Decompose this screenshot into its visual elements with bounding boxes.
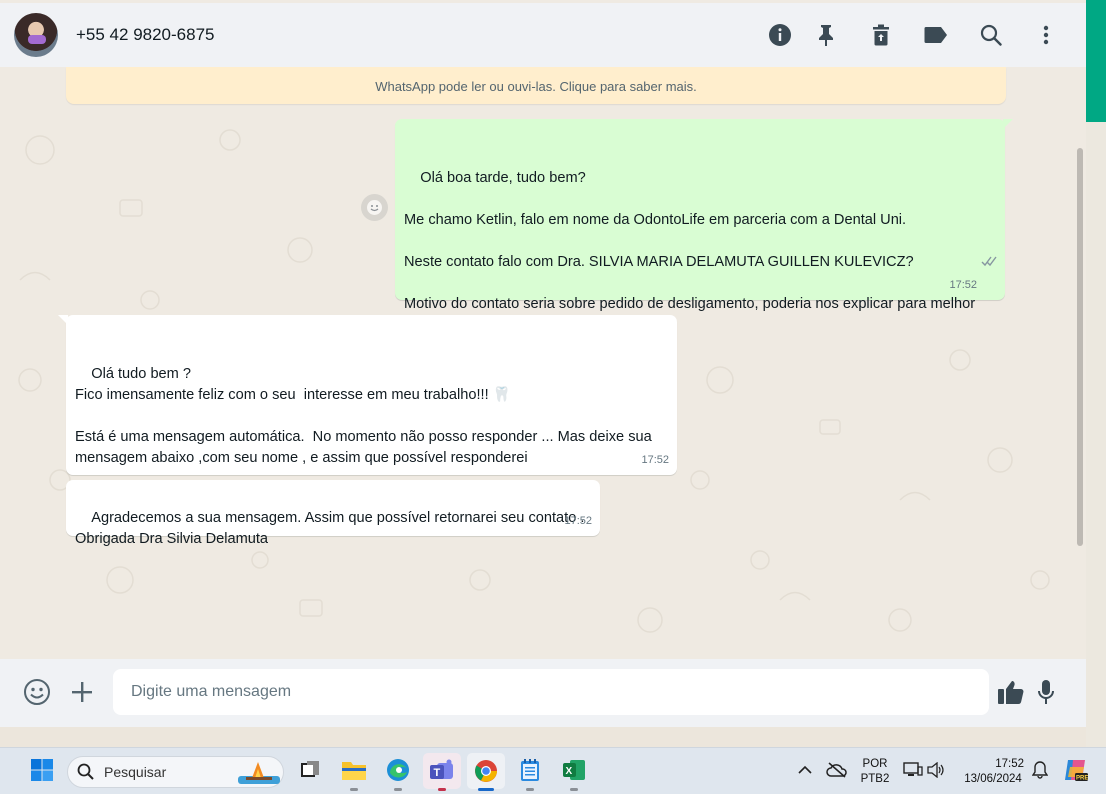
teams-icon[interactable]: T [423,753,461,789]
message-time: 17:52 [564,515,592,527]
search-highlight-icon [238,758,280,791]
windows-taskbar: Pesquisar T X POR PTB2 17:52 13/06/2024 … [0,747,1106,794]
language-code: POR [862,758,888,770]
chat-scrollbar[interactable] [1077,148,1083,546]
clock-date: 13/06/2024 [964,773,1022,785]
chrome-icon[interactable] [467,753,505,789]
edge-icon[interactable] [384,756,412,784]
excel-running-indicator [570,788,578,791]
notepad-running-indicator [526,788,534,791]
teams-alert-indicator [438,788,446,791]
search-icon [77,763,94,785]
contact-avatar[interactable] [14,13,58,57]
reaction-emoji-icon[interactable] [361,194,388,221]
pin-icon[interactable] [812,21,840,49]
search-label: Pesquisar [104,764,167,780]
contact-name[interactable]: +55 42 9820-6875 [76,25,215,45]
clock-time: 17:52 [995,758,1024,770]
windows-start-icon[interactable] [28,756,56,784]
menu-icon[interactable] [1032,21,1060,49]
thumbs-up-icon[interactable] [995,676,1027,708]
label-icon[interactable] [922,21,950,49]
language-indicator[interactable]: POR PTB2 [858,757,892,787]
svg-text:PRE: PRE [1076,776,1088,782]
microphone-icon[interactable] [1030,676,1062,708]
volume-icon[interactable] [922,756,950,784]
keyboard-layout: PTB2 [860,773,890,785]
file-explorer-icon[interactable] [340,756,368,784]
bubble-tail [58,315,68,325]
chat-header: +55 42 9820-6875 [0,3,1086,67]
chevron-up-icon[interactable] [791,756,819,784]
clock[interactable]: 17:52 13/06/2024 [957,757,1029,787]
svg-text:T: T [434,767,441,779]
task-view-icon[interactable] [296,756,324,784]
delete-icon[interactable] [867,21,895,49]
read-ticks-icon [957,232,998,295]
message-outgoing[interactable]: Olá boa tarde, tudo bem? Me chamo Ketlin… [395,119,1013,333]
explorer-running-indicator [350,788,358,791]
notepad-icon[interactable] [516,756,544,784]
attach-plus-icon[interactable] [66,676,98,708]
copilot-icon[interactable]: PRE [1061,756,1089,784]
window-edge [1086,0,1106,747]
bubble-tail [1003,119,1013,129]
whatsapp-window: +55 42 9820-6875 WhatsApp pode ler ou ou… [0,0,1086,727]
emoji-icon[interactable] [21,676,53,708]
info-icon[interactable] [766,21,794,49]
encryption-banner[interactable]: WhatsApp pode ler ou ouvi-las. Clique pa… [66,67,1006,104]
onedrive-offline-icon[interactable] [823,756,851,784]
edge-running-indicator [394,788,402,791]
message-incoming[interactable]: Agradecemos a sua mensagem. Assim que po… [66,480,600,547]
message-incoming[interactable]: Olá tudo bem ? Fico imensamente feliz co… [58,315,677,508]
message-time: 17:52 [641,454,669,466]
composer-bar: Digite uma mensagem [0,659,1086,727]
chrome-active-indicator [478,788,494,791]
excel-icon[interactable]: X [560,756,588,784]
notification-bell-icon[interactable] [1026,756,1054,784]
message-input[interactable]: Digite uma mensagem [113,669,989,715]
search-icon[interactable] [977,21,1005,49]
svg-text:X: X [566,766,573,777]
message-text: Olá boa tarde, tudo bem? Me chamo Ketlin… [404,170,976,333]
